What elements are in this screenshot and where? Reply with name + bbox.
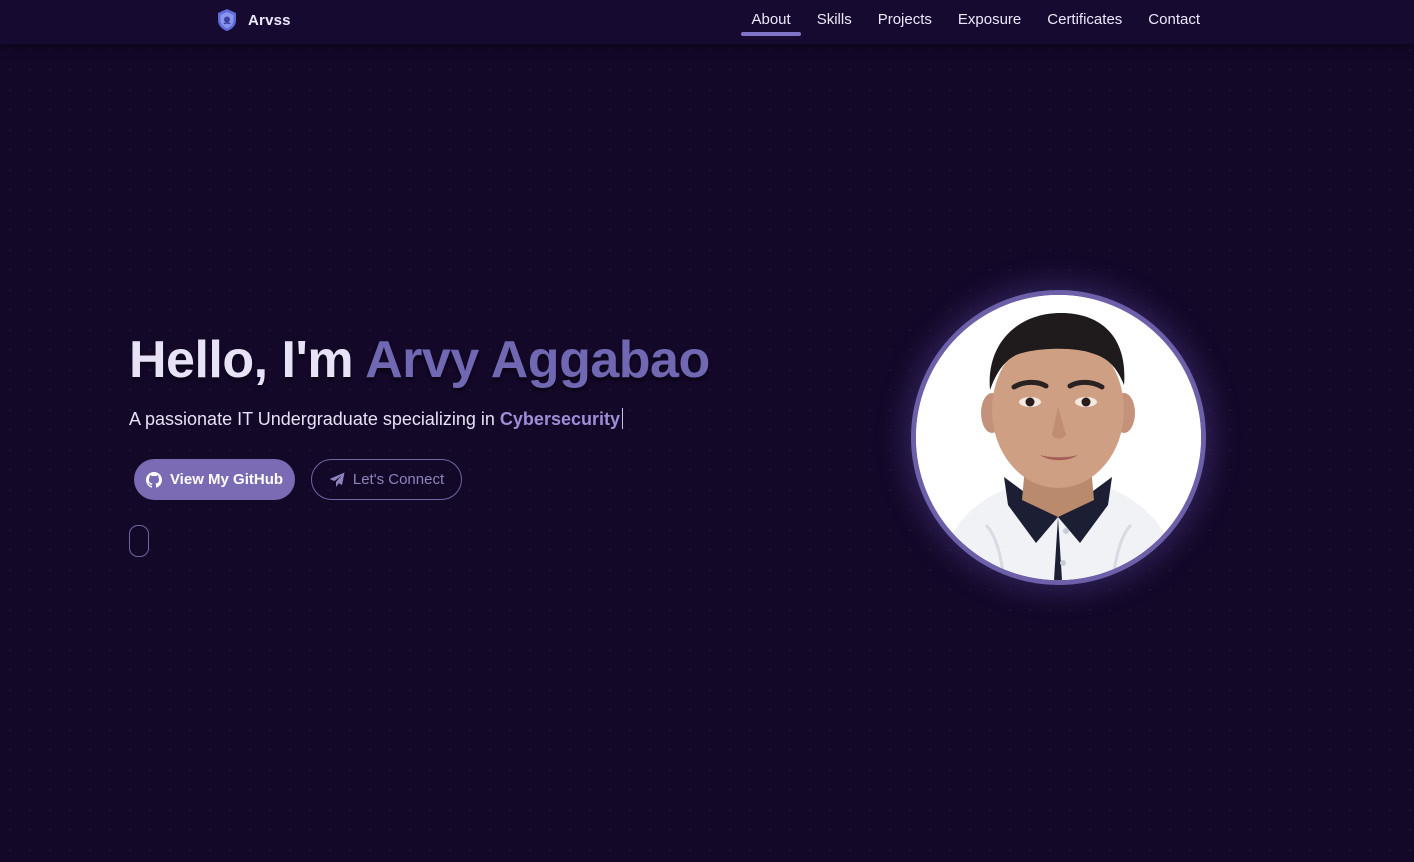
nav-about[interactable]: About <box>741 0 801 44</box>
main-nav: About Skills Projects Exposure Certifica… <box>741 0 1200 44</box>
connect-button[interactable]: Let's Connect <box>311 459 462 500</box>
brand-name: Arvss <box>248 11 291 29</box>
nav-skills[interactable]: Skills <box>817 0 852 44</box>
navbar: Arvss About Skills Projects Exposure Cer… <box>0 0 1414 44</box>
brand[interactable]: Arvss <box>216 7 291 33</box>
send-icon <box>329 472 345 487</box>
connect-button-label: Let's Connect <box>352 471 445 488</box>
nav-exposure[interactable]: Exposure <box>958 0 1021 44</box>
typing-caret <box>621 408 624 429</box>
hero-greeting: Hello, I'm <box>129 331 354 389</box>
scroll-indicator <box>129 525 149 557</box>
hero-subtitle-text: A passionate IT Undergraduate specializi… <box>129 409 495 429</box>
hero-subtitle-highlight: Cybersecurity <box>499 409 620 429</box>
hero-name: Arvy Aggabao <box>365 331 710 389</box>
hero-title: Hello, I'm Arvy Aggabao <box>129 330 710 390</box>
shield-icon <box>218 9 236 31</box>
nav-projects[interactable]: Projects <box>878 0 932 44</box>
profile-photo <box>911 290 1206 585</box>
github-button-label: View My GitHub <box>169 471 284 488</box>
portrait-photo <box>916 295 1201 580</box>
github-button[interactable]: View My GitHub <box>134 459 295 500</box>
nav-contact[interactable]: Contact <box>1148 0 1200 44</box>
nav-certificates[interactable]: Certificates <box>1047 0 1122 44</box>
hero-subtitle: A passionate IT Undergraduate specializi… <box>129 408 624 430</box>
github-icon <box>145 471 162 488</box>
